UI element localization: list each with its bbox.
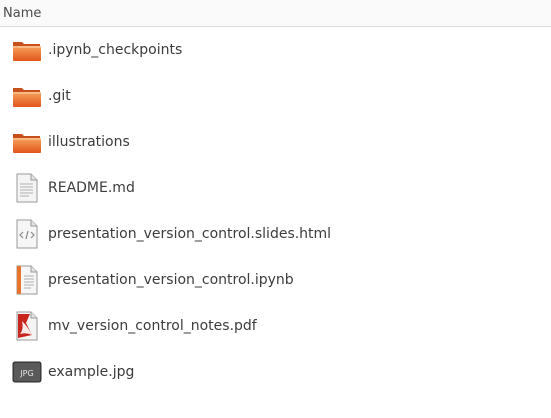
- file-list: .ipynb_checkpoints .git illustrations RE…: [0, 27, 551, 395]
- file-name: mv_version_control_notes.pdf: [48, 318, 257, 334]
- text-file-icon: [12, 173, 42, 203]
- file-name: README.md: [48, 180, 135, 196]
- file-row-ipynb-checkpoints[interactable]: .ipynb_checkpoints: [0, 27, 551, 73]
- folder-icon: [12, 35, 42, 65]
- file-row-slides-html[interactable]: presentation_version_control.slides.html: [0, 211, 551, 257]
- file-name: presentation_version_control.slides.html: [48, 226, 332, 242]
- image-file-icon: JPG: [12, 357, 42, 387]
- file-row-ipynb[interactable]: presentation_version_control.ipynb: [0, 257, 551, 303]
- name-column-header[interactable]: Name: [0, 0, 551, 27]
- file-row-jpg[interactable]: JPG example.jpg: [0, 349, 551, 395]
- file-list-view: Name .ipynb_checkpoints .git illustratio…: [0, 0, 551, 418]
- folder-icon: [12, 81, 42, 111]
- jpg-badge-label: JPG: [19, 369, 33, 378]
- file-row-readme[interactable]: README.md: [0, 165, 551, 211]
- name-column-label: Name: [3, 5, 42, 21]
- file-name: .ipynb_checkpoints: [48, 42, 183, 58]
- file-row-pdf[interactable]: mv_version_control_notes.pdf: [0, 303, 551, 349]
- file-name: presentation_version_control.ipynb: [48, 272, 294, 288]
- file-name: illustrations: [48, 134, 130, 150]
- html-file-icon: [12, 219, 42, 249]
- pdf-file-icon: [12, 311, 42, 341]
- notebook-file-icon: [12, 265, 42, 295]
- file-name: .git: [48, 88, 71, 104]
- file-row-illustrations[interactable]: illustrations: [0, 119, 551, 165]
- folder-icon: [12, 127, 42, 157]
- file-row-git[interactable]: .git: [0, 73, 551, 119]
- file-name: example.jpg: [48, 364, 135, 380]
